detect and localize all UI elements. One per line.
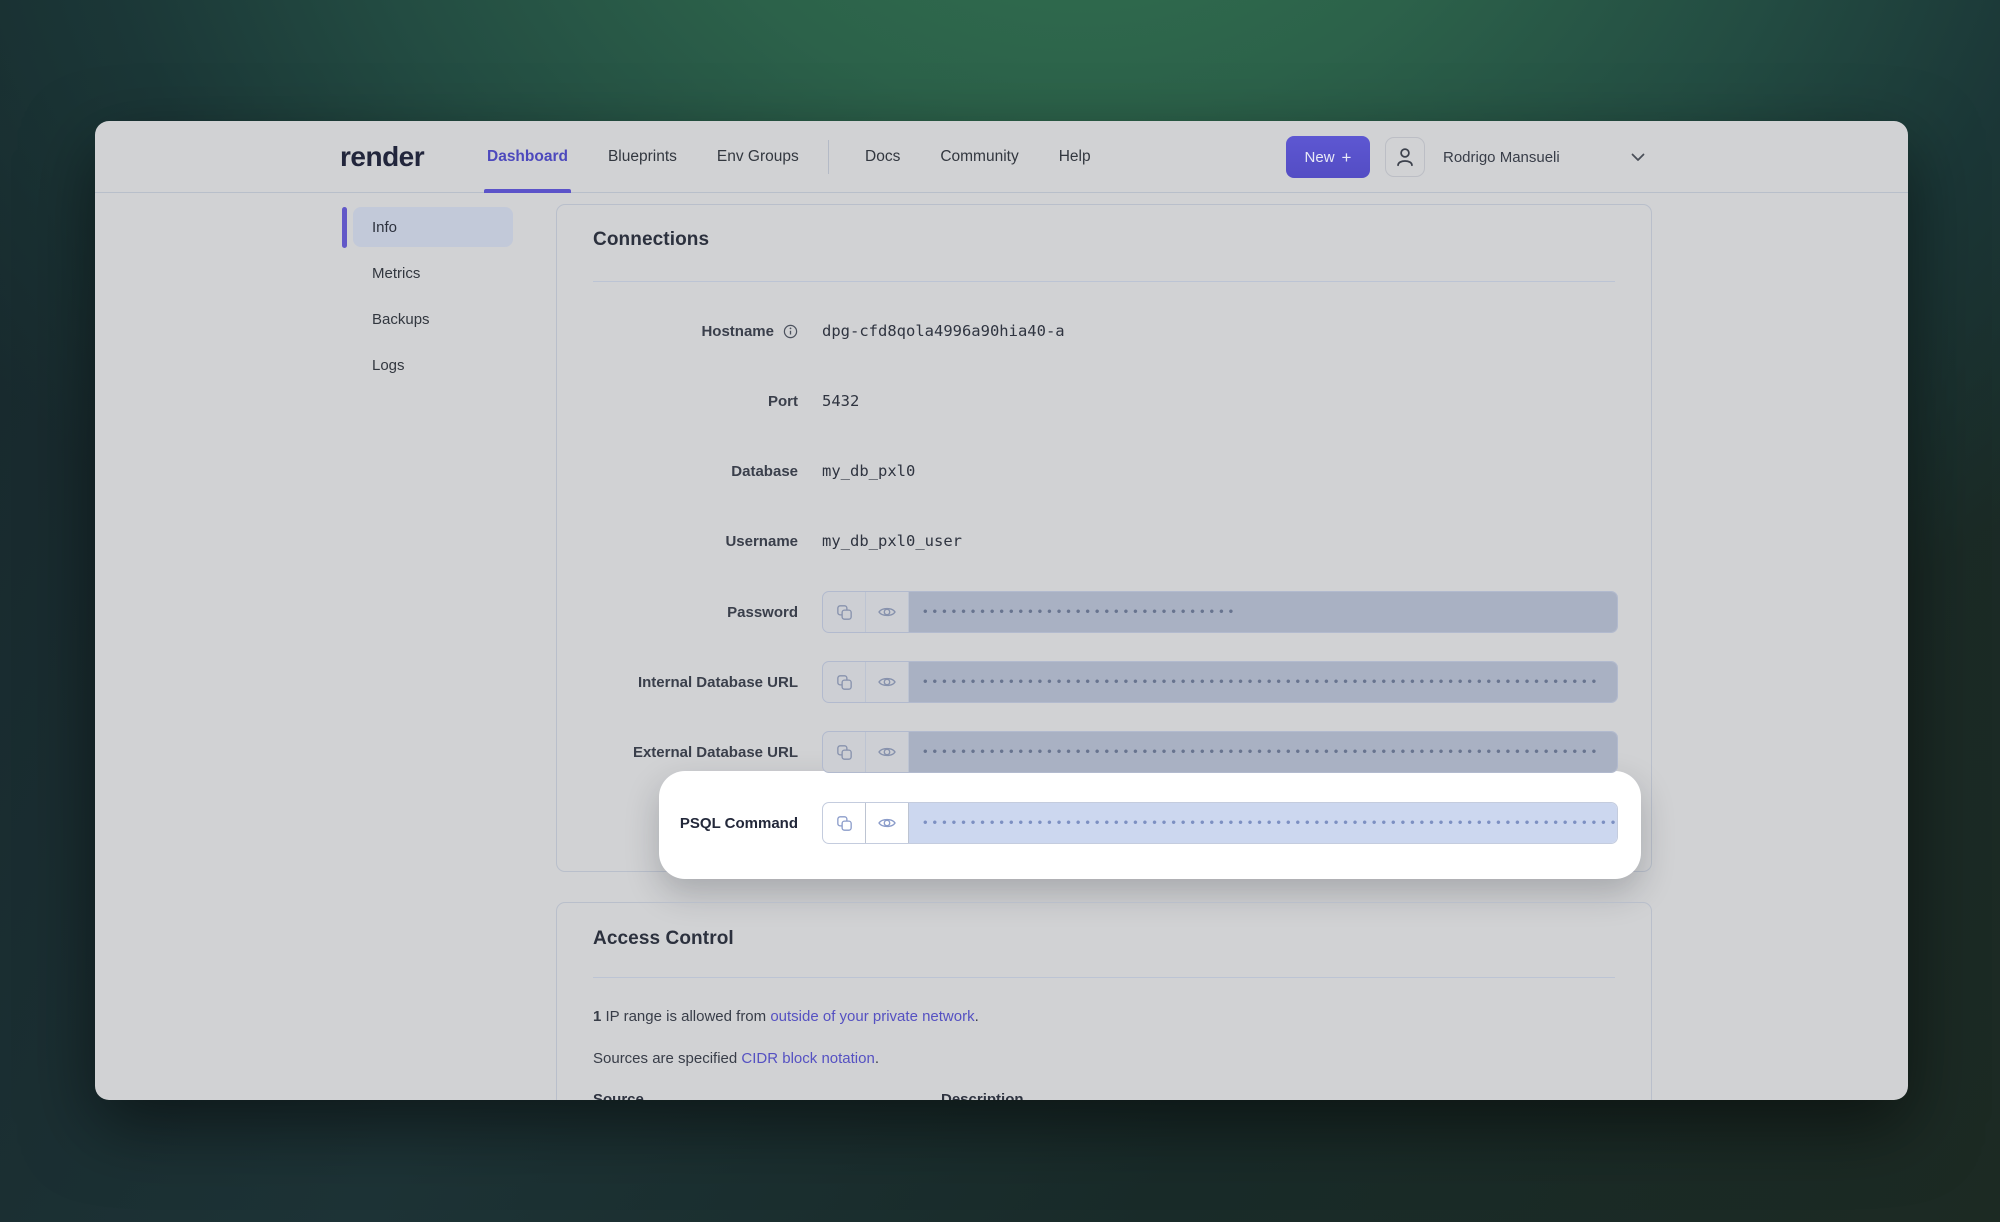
- access-control-panel: Access Control 1 IP range is allowed fro…: [556, 902, 1652, 1100]
- secret-field-group: ••••••••••••••••••••••••••••••••••••••••…: [822, 661, 1618, 703]
- nav-link-community[interactable]: Community: [940, 121, 1018, 193]
- field-label: Password: [557, 604, 798, 621]
- copy-button[interactable]: [823, 803, 866, 843]
- nav-divider: [828, 140, 829, 174]
- connection-row-database: Database my_db_pxl0: [557, 449, 1651, 493]
- sidebar-active-indicator: [342, 207, 347, 248]
- field-label-text: Port: [768, 393, 798, 410]
- field-label: External Database URL: [557, 744, 798, 761]
- connections-title: Connections: [593, 229, 709, 251]
- field-label-text: Internal Database URL: [638, 674, 798, 691]
- ip-range-prefix: IP range is allowed from: [601, 1008, 770, 1025]
- private-network-link[interactable]: outside of your private network: [770, 1008, 974, 1025]
- field-value: my_db_pxl0_user: [822, 532, 962, 550]
- field-value: dpg-cfd8qola4996a90hia40-a: [822, 322, 1065, 340]
- description-column-header: Description: [941, 1091, 1024, 1100]
- render-logo[interactable]: render: [340, 121, 424, 193]
- nav-link-dashboard[interactable]: Dashboard: [487, 121, 568, 193]
- sources-prefix: Sources are specified: [593, 1050, 741, 1067]
- chevron-down-icon: [1631, 153, 1645, 162]
- masked-value: ••••••••••••••••••••••••••••••••••••••••…: [909, 662, 1617, 702]
- sidebar-item-metrics[interactable]: Metrics: [353, 253, 513, 293]
- eye-icon: [877, 813, 897, 833]
- nav-link-blueprints[interactable]: Blueprints: [608, 121, 677, 193]
- field-label-text: Hostname: [701, 323, 774, 340]
- field-label: Internal Database URL: [557, 674, 798, 691]
- field-value: 5432: [822, 392, 859, 410]
- field-label-text: External Database URL: [633, 744, 798, 761]
- reveal-button[interactable]: [866, 592, 909, 632]
- masked-value: ••••••••••••••••••••••••••••••••••••••••…: [909, 803, 1617, 843]
- copy-icon: [835, 673, 854, 692]
- field-label-text: Password: [727, 604, 798, 621]
- reveal-button[interactable]: [866, 732, 909, 772]
- connection-row-hostname: Hostname dpg-cfd8qola4996a90hia40-a: [557, 309, 1651, 353]
- divider: [593, 977, 1615, 978]
- secret-field-group: ••••••••••••••••••••••••••••••••••••••••…: [822, 802, 1618, 844]
- eye-icon: [877, 602, 897, 622]
- secret-field-group: ••••••••••••••••••••••••••••••••••••••••…: [822, 731, 1618, 773]
- field-label: Port: [557, 393, 798, 410]
- field-label: Username: [557, 533, 798, 550]
- avatar[interactable]: [1385, 137, 1425, 177]
- copy-button[interactable]: [823, 662, 866, 702]
- secret-field-group: •••••••••••••••••••••••••••••••••: [822, 591, 1618, 633]
- copy-button[interactable]: [823, 592, 866, 632]
- user-icon: [1392, 144, 1418, 170]
- new-button-label: New: [1305, 149, 1335, 166]
- sources-text: Sources are specified CIDR block notatio…: [593, 1050, 879, 1067]
- masked-dots: •••••••••••••••••••••••••••••••••: [923, 603, 1238, 618]
- copy-icon: [835, 743, 854, 762]
- copy-button[interactable]: [823, 732, 866, 772]
- nav-link-env-groups[interactable]: Env Groups: [717, 121, 799, 193]
- field-label-text: PSQL Command: [680, 815, 798, 832]
- access-control-title: Access Control: [593, 928, 734, 950]
- masked-dots: ••••••••••••••••••••••••••••••••••••••••…: [923, 743, 1601, 758]
- field-label: PSQL Command: [557, 815, 798, 832]
- field-label: Database: [557, 463, 798, 480]
- connection-row-username: Username my_db_pxl0_user: [557, 519, 1651, 563]
- field-label-text: Username: [725, 533, 798, 550]
- masked-dots: ••••••••••••••••••••••••••••••••••••••••…: [923, 673, 1601, 688]
- field-label-text: Database: [731, 463, 798, 480]
- connection-row-password: Password ••••••••••••••••••••••••••••••••…: [557, 590, 1651, 634]
- nav-link-docs[interactable]: Docs: [865, 121, 900, 193]
- nav-secondary-links: Docs Community Help: [865, 121, 1091, 193]
- hostname-info-button[interactable]: [783, 324, 798, 339]
- dashboard-window: render Dashboard Blueprints Env Groups Doc…: [95, 121, 1908, 1100]
- sidebar-item-info[interactable]: Info: [353, 207, 513, 247]
- masked-value: •••••••••••••••••••••••••••••••••: [909, 592, 1617, 632]
- reveal-button[interactable]: [866, 803, 909, 843]
- copy-icon: [835, 603, 854, 622]
- top-nav: render Dashboard Blueprints Env Groups Doc…: [95, 121, 1908, 193]
- ip-range-suffix: .: [975, 1008, 979, 1025]
- nav-primary-links: Dashboard Blueprints Env Groups: [487, 121, 799, 193]
- sources-suffix: .: [875, 1050, 879, 1067]
- connection-row-internal-database-url: Internal Database URL •••••••••••••••••••…: [557, 660, 1651, 704]
- sidebar-item-backups[interactable]: Backups: [353, 299, 513, 339]
- eye-icon: [877, 672, 897, 692]
- cidr-notation-link[interactable]: CIDR block notation: [741, 1050, 874, 1067]
- user-name: Rodrigo Mansueli: [1443, 121, 1560, 193]
- connections-panel: Connections Hostname dpg-cfd8qola4996a90h…: [556, 204, 1652, 872]
- masked-value: ••••••••••••••••••••••••••••••••••••••••…: [909, 732, 1617, 772]
- sidebar-item-logs[interactable]: Logs: [353, 345, 513, 385]
- connection-row-external-database-url: External Database URL •••••••••••••••••••…: [557, 730, 1651, 774]
- masked-dots: ••••••••••••••••••••••••••••••••••••••••…: [923, 814, 1617, 829]
- info-icon: [783, 324, 798, 339]
- reveal-button[interactable]: [866, 662, 909, 702]
- nav-link-help[interactable]: Help: [1059, 121, 1091, 193]
- eye-icon: [877, 742, 897, 762]
- source-column-header: Source: [593, 1091, 644, 1100]
- copy-icon: [835, 814, 854, 833]
- field-label: Hostname: [557, 323, 798, 340]
- connection-row-psql-command: PSQL Command ••••••••••••••••••••••••••••…: [557, 801, 1651, 845]
- account-menu-toggle[interactable]: [1631, 121, 1645, 193]
- connection-row-port: Port 5432: [557, 379, 1651, 423]
- divider: [593, 281, 1615, 282]
- ip-range-text: 1 IP range is allowed from outside of yo…: [593, 1008, 979, 1025]
- new-button[interactable]: New +: [1286, 136, 1370, 178]
- plus-icon: +: [1342, 149, 1352, 166]
- field-value: my_db_pxl0: [822, 462, 915, 480]
